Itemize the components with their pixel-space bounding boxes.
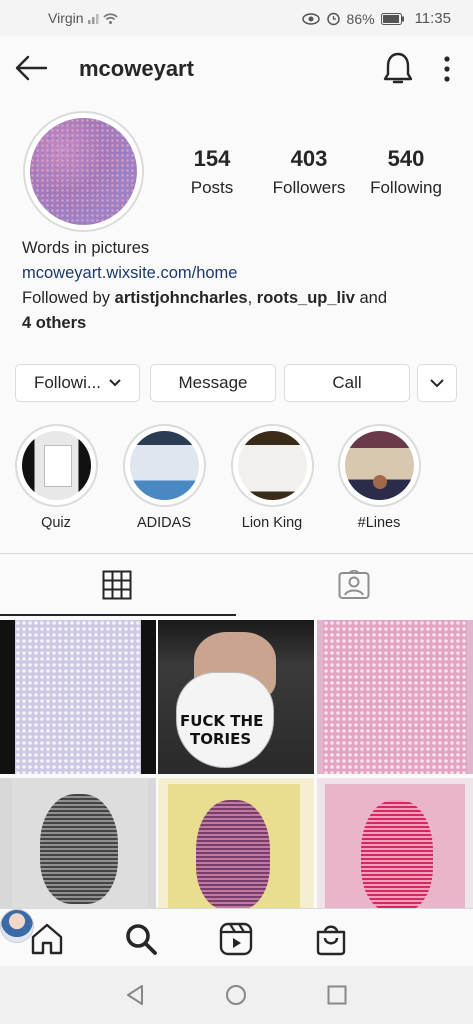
nav-shop[interactable] xyxy=(313,921,349,957)
post-thumbnail[interactable] xyxy=(0,620,156,774)
bio-name: Words in pictures xyxy=(22,239,150,257)
chevron-down-icon xyxy=(430,378,444,387)
page-title: mcoweyart xyxy=(79,56,194,81)
highlight-label: ADIDAS xyxy=(137,515,191,531)
posts-label: Posts xyxy=(190,178,234,197)
profile-bio: Words in pictures mcoweyart.wixsite.com/… xyxy=(22,236,462,336)
followed-user-link[interactable]: roots_up_liv xyxy=(257,289,355,307)
posts-grid: FUCK THE TORIES xyxy=(0,620,473,908)
search-icon xyxy=(126,924,157,955)
highlight-lion-king[interactable]: Lion King xyxy=(229,424,315,531)
bell-icon xyxy=(383,52,413,84)
followed-others-link[interactable]: 4 others xyxy=(22,314,86,332)
followed-by-prefix: Followed by xyxy=(22,289,115,307)
notifications-button[interactable] xyxy=(382,50,414,86)
message-button[interactable]: Message xyxy=(150,364,276,402)
highlight-label: Quiz xyxy=(41,515,71,531)
call-button[interactable]: Call xyxy=(284,364,410,402)
arrow-left-icon xyxy=(15,55,48,81)
shop-icon xyxy=(316,925,346,956)
highlight-label: Lion King xyxy=(241,515,303,531)
highlight-label: #Lines xyxy=(357,515,401,531)
post-thumbnail[interactable] xyxy=(0,778,156,908)
chevron-down-icon xyxy=(109,379,121,387)
status-bar: Virgin 86% 11:35 xyxy=(0,0,473,36)
posts-count: 154 xyxy=(193,146,231,171)
bottom-nav xyxy=(0,908,473,966)
signal-icon xyxy=(88,9,118,28)
message-button-label: Message xyxy=(178,373,248,392)
followed-by[interactable]: Followed by artistjohncharles, roots_up_… xyxy=(22,286,462,311)
suggested-accounts-button[interactable] xyxy=(417,364,457,402)
tab-posts-grid[interactable] xyxy=(0,554,236,616)
followers-count: 403 xyxy=(290,146,328,171)
tagged-icon xyxy=(338,570,370,599)
system-nav-bar xyxy=(0,966,473,1024)
avatar-image xyxy=(30,118,137,225)
clock-time: 11:35 xyxy=(414,10,451,27)
highlight-cover xyxy=(230,424,314,507)
back-triangle-icon[interactable] xyxy=(124,984,146,1006)
more-options-button[interactable] xyxy=(437,54,457,84)
profile-header: mcoweyart xyxy=(0,36,473,100)
carrier-name: Virgin xyxy=(48,10,84,26)
active-tab-indicator xyxy=(0,614,236,616)
highlight-cover xyxy=(122,424,206,507)
post-thumbnail[interactable]: FUCK THE TORIES xyxy=(158,620,314,774)
grid-icon xyxy=(102,570,132,600)
nav-reels[interactable] xyxy=(218,921,254,957)
home-circle-icon[interactable] xyxy=(225,984,247,1006)
highlight-quiz[interactable]: Quiz xyxy=(13,424,99,531)
following-button[interactable]: Followi... xyxy=(15,364,140,402)
battery-percent: 86% xyxy=(346,10,375,27)
post-thumbnail[interactable] xyxy=(158,778,314,908)
highlight-lines[interactable]: #Lines xyxy=(336,424,422,531)
nav-home[interactable] xyxy=(29,921,65,957)
website-link[interactable]: mcoweyart.wixsite.com/home xyxy=(22,261,462,286)
home-icon xyxy=(31,923,63,955)
stat-following[interactable]: 540 Following xyxy=(362,146,450,198)
post-thumbnail[interactable] xyxy=(317,778,473,908)
followed-user-link[interactable]: artistjohncharles xyxy=(115,289,248,307)
reels-icon xyxy=(219,922,253,956)
call-button-label: Call xyxy=(332,373,362,392)
stat-posts[interactable]: 154 Posts xyxy=(182,146,242,198)
following-count: 540 xyxy=(387,146,425,171)
eye-icon xyxy=(301,12,320,25)
recents-square-icon[interactable] xyxy=(326,984,348,1006)
more-vertical-icon xyxy=(444,56,450,82)
nav-search[interactable] xyxy=(123,921,159,957)
profile-avatar[interactable] xyxy=(23,111,144,232)
highlight-cover xyxy=(337,424,421,507)
highlight-adidas[interactable]: ADIDAS xyxy=(121,424,207,531)
mask-text: FUCK THE TORIES xyxy=(180,712,264,748)
followed-sep: , xyxy=(247,289,257,307)
highlight-cover xyxy=(14,424,98,507)
tab-tagged[interactable] xyxy=(236,554,473,616)
following-label: Following xyxy=(370,178,442,197)
battery-icon xyxy=(380,12,405,25)
stat-followers[interactable]: 403 Followers xyxy=(266,146,352,198)
following-button-label: Followi... xyxy=(33,373,102,392)
followers-label: Followers xyxy=(272,178,346,197)
post-thumbnail[interactable] xyxy=(317,620,473,774)
alarm-icon xyxy=(326,11,341,26)
back-button[interactable] xyxy=(14,52,48,84)
followed-and: and xyxy=(354,289,388,307)
